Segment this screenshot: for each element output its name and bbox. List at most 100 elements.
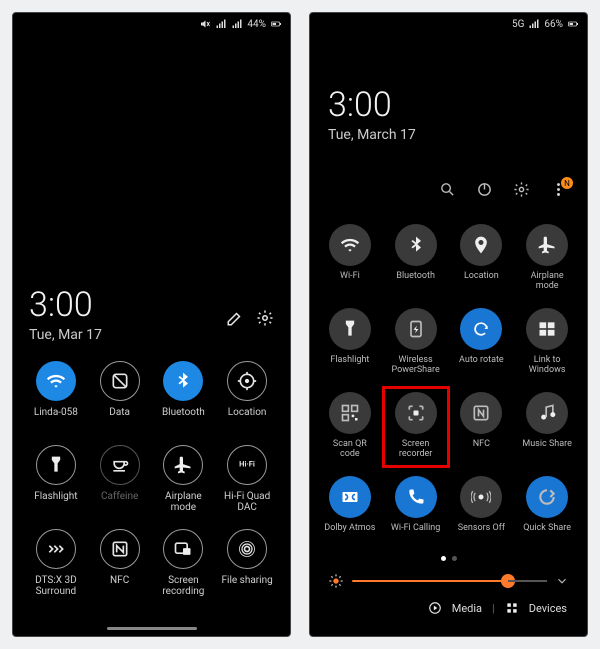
tile-powershare[interactable]: Wireless PowerShare [388,308,444,378]
tile-label: Sensors Off [458,524,505,546]
tile-qr[interactable]: Scan QR code [322,392,378,462]
rotate-icon [471,319,491,339]
tile-label: NFC [473,440,490,462]
dtsx-icon [46,539,66,559]
page-dot[interactable] [452,556,457,561]
tile-bluetooth[interactable]: Bluetooth [388,224,444,294]
tile-circle[interactable] [329,308,371,350]
tile-circle[interactable] [227,361,267,401]
chevron-down-icon[interactable] [555,574,569,588]
location-pin-icon [471,235,491,255]
tile-label: Screen recording [157,575,211,597]
tile-label: DTS:X 3D Surround [29,575,83,597]
tile-circle[interactable] [460,392,502,434]
media-button[interactable]: Media [452,602,482,615]
tile-label: Link to Windows [519,356,575,378]
tile-dtsx[interactable]: DTS:X 3D Surround [29,529,83,597]
brightness-slider[interactable] [352,580,547,582]
gear-icon [513,181,530,198]
battery-icon [567,18,579,30]
tile-circle[interactable] [460,476,502,518]
dolby-icon [340,487,360,507]
tile-circle[interactable] [329,224,371,266]
tile-circle[interactable] [395,476,437,518]
tile-screenrec[interactable]: Screen recorder [382,386,450,468]
hifi-icon [237,455,257,475]
more-button[interactable]: N [550,181,567,202]
tile-circle[interactable] [100,529,140,569]
tile-linkwindows[interactable]: Link to Windows [519,308,575,378]
tile-dolby[interactable]: Dolby Atmos [322,476,378,546]
tile-caffeine[interactable]: Caffeine [93,445,147,513]
airplane-icon [173,455,193,475]
tile-wificall[interactable]: Wi-Fi Calling [388,476,444,546]
tile-autorotate[interactable]: Auto rotate [454,308,510,378]
tile-circle[interactable] [460,224,502,266]
tile-circle[interactable] [36,529,76,569]
tile-nfc[interactable]: NFC [93,529,147,597]
tile-circle[interactable] [163,445,203,485]
tile-location[interactable]: Location [454,224,510,294]
edit-button[interactable] [226,309,244,331]
tile-circle[interactable] [36,361,76,401]
tile-circle[interactable] [526,392,568,434]
tile-label: Linda-058 [34,407,78,429]
tile-circle[interactable] [163,529,203,569]
tile-circle[interactable] [395,308,437,350]
tile-airplane[interactable]: Airplane mode [519,224,575,294]
clock-date: Tue, Mar 17 [29,327,214,343]
nfc-sq-icon [471,403,491,423]
page-dot[interactable] [441,556,446,561]
tile-data[interactable]: Data [93,361,147,429]
tile-bluetooth[interactable]: Bluetooth [157,361,211,429]
settings-button[interactable] [513,181,530,202]
qr-icon [340,403,360,423]
tile-label: Data [109,407,130,429]
tile-label: Hi-Fi Quad DAC [220,491,274,513]
power-button[interactable] [476,181,493,202]
tile-flashlight[interactable]: Flashlight [322,308,378,378]
status-bar: 5G 66% [310,13,587,35]
tile-circle[interactable] [227,529,267,569]
tile-hifi[interactable]: Hi-Fi Quad DAC [220,445,274,513]
tile-circle[interactable] [526,476,568,518]
tile-label: Location [464,272,499,294]
tile-wifi[interactable]: Wi-Fi [322,224,378,294]
quick-settings-panel-right: 5G 66% 3:00 Tue, March 17 N Wi-FiBluetoo… [309,12,588,637]
tile-label: Location [228,407,267,429]
tile-circle[interactable] [526,224,568,266]
tile-label: Airplane mode [157,491,211,513]
tile-circle[interactable] [100,361,140,401]
brightness-row [322,573,575,589]
tile-screenrec[interactable]: Screen recording [157,529,211,597]
tile-circle[interactable] [460,308,502,350]
tile-circle[interactable] [329,392,371,434]
tile-circle[interactable] [100,445,140,485]
devices-button[interactable]: Devices [529,602,567,615]
slider-thumb[interactable] [501,574,515,588]
tile-circle[interactable] [163,361,203,401]
nav-gesture-pill[interactable] [107,627,197,630]
tile-fileshare[interactable]: File sharing [220,529,274,597]
tile-wifi[interactable]: Linda-058 [29,361,83,429]
location-icon [237,371,257,391]
tile-musicshare[interactable]: Music Share [519,392,575,462]
windows-icon [537,319,557,339]
tile-circle[interactable] [395,392,437,434]
tile-circle[interactable] [395,224,437,266]
tile-circle[interactable] [36,445,76,485]
screenrec-l-icon [173,539,193,559]
quick-settings-panel-left: 44% 3:00 Tue, Mar 17 Linda-058DataBlueto… [12,12,291,637]
tile-circle[interactable] [329,476,371,518]
tile-location[interactable]: Location [220,361,274,429]
network-text: 5G [512,19,524,30]
tile-circle[interactable] [227,445,267,485]
tile-sensors[interactable]: Sensors Off [454,476,510,546]
search-button[interactable] [439,181,456,202]
tile-nfc[interactable]: NFC [454,392,510,462]
settings-button[interactable] [256,309,274,331]
tile-quickshare[interactable]: Quick Share [519,476,575,546]
tile-airplane[interactable]: Airplane mode [157,445,211,513]
tile-flashlight[interactable]: Flashlight [29,445,83,513]
tile-circle[interactable] [526,308,568,350]
